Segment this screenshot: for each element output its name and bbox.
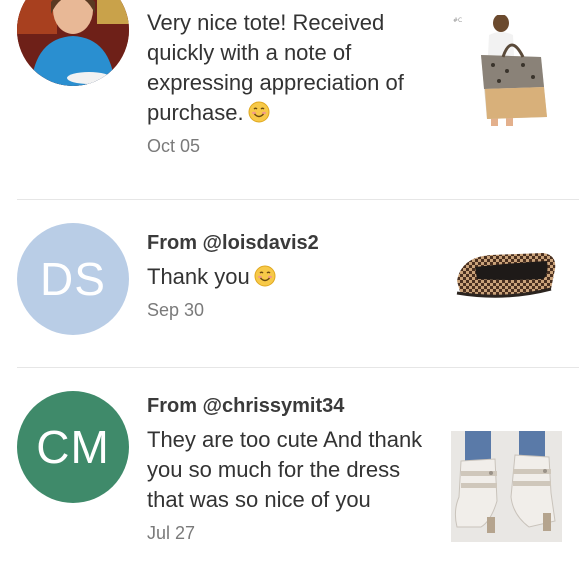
review-content: From @loisdavis2 Thank you Sep 30 xyxy=(147,230,437,321)
avatar-initials: DS xyxy=(40,253,106,305)
review-text: Very nice tote! Received quickly with a … xyxy=(147,10,404,125)
review-text: Thank you xyxy=(147,262,437,292)
smiling-face-emoji xyxy=(254,265,276,287)
smiling-face-emoji xyxy=(248,101,270,123)
flat-shoe-image xyxy=(456,253,556,298)
review-item: DS From @loisdavis2 Thank you Sep 30 xyxy=(0,200,579,367)
avatar[interactable]: CM xyxy=(17,391,129,503)
avatar-photo xyxy=(17,0,129,86)
review-text: They are too cute And thank you so much … xyxy=(147,427,423,512)
review-item: Very nice tote! Received quickly with a … xyxy=(0,0,579,199)
review-author[interactable]: From @loisdavis2 xyxy=(147,230,437,256)
avatar[interactable]: DS xyxy=(17,223,129,335)
product-thumbnail[interactable] xyxy=(451,431,562,542)
tote-bag-image xyxy=(481,15,547,126)
ankle-boots-image xyxy=(451,431,562,542)
review-content: From @chrissymit34 They are too cute And… xyxy=(147,393,437,544)
review-author[interactable]: From @chrissymit34 xyxy=(147,393,437,419)
avatar-initials: CM xyxy=(36,421,110,473)
thumb-tag: #C xyxy=(453,17,463,24)
review-item: CM From @chrissymit34 They are too cute … xyxy=(0,368,579,580)
review-date: Sep 30 xyxy=(147,300,205,320)
product-thumbnail[interactable]: #C xyxy=(451,15,562,126)
review-date: Oct 05 xyxy=(147,136,201,156)
review-date: Jul 27 xyxy=(147,523,196,543)
avatar[interactable] xyxy=(17,0,129,86)
product-thumbnail[interactable] xyxy=(451,223,562,334)
review-content: Very nice tote! Received quickly with a … xyxy=(147,8,437,157)
